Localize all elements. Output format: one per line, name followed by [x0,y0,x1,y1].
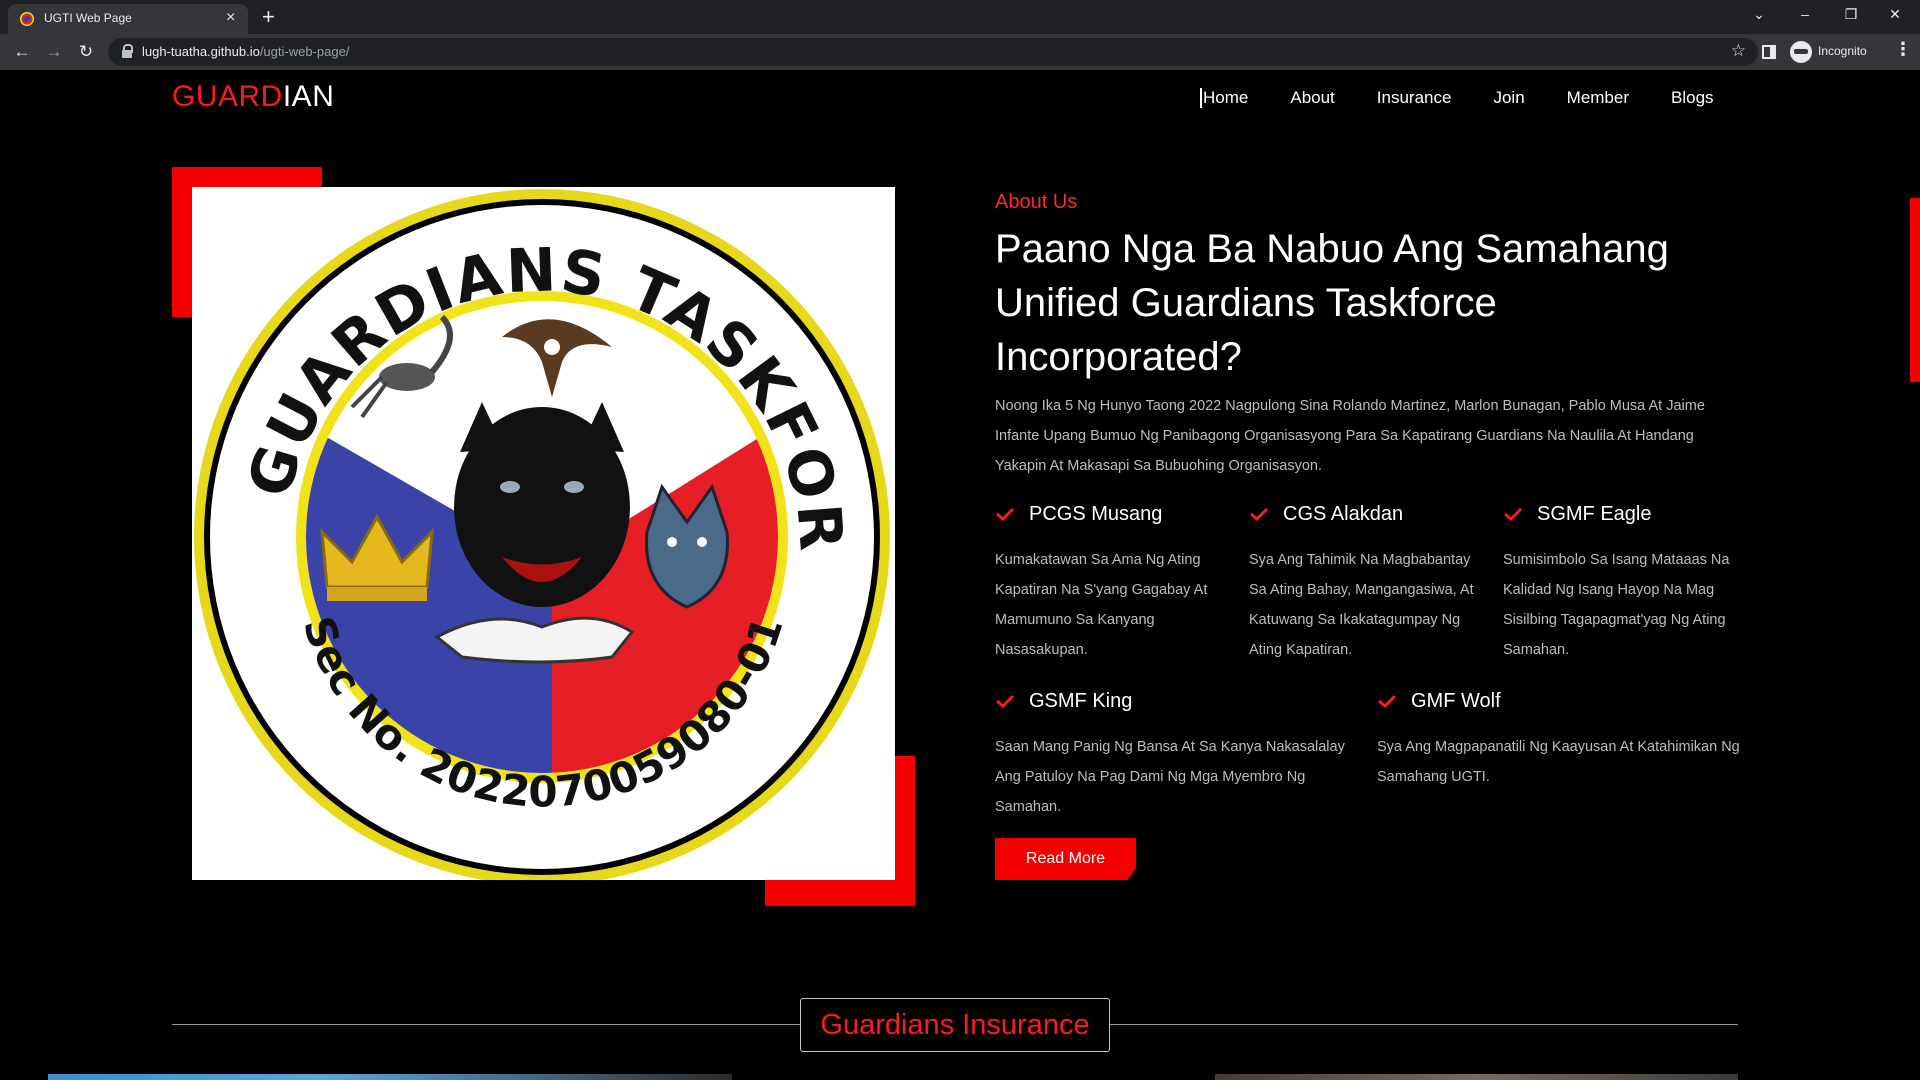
feature-text: Saan Mang Panig Ng Bansa At Sa Kanya Nak… [995,739,1345,815]
check-icon [996,507,1015,521]
brand-red-text: GUARD [172,80,283,113]
tab-title: UGTI Web Page [44,11,132,25]
site-logo[interactable]: GUARDIAN [172,80,334,114]
address-bar[interactable]: lugh-tuatha.github.io/ugti-web-page/ ☆ [108,38,1758,66]
handshake-icon [434,616,635,664]
feature-title: GSMF King [1029,690,1133,712]
plus-icon[interactable]: + [262,3,275,31]
browser-tab[interactable]: UGTI Web Page × [8,4,248,34]
window-close-icon[interactable]: ✕ [1880,4,1910,24]
check-icon [1250,507,1269,521]
profile-button[interactable]: Incognito [1790,41,1882,63]
section-title: Guardians Insurance [820,1009,1090,1041]
ugti-emblem-image: UNIFIED GUARDIANS TASKFORCE INC. Sec No.… [192,187,895,880]
nav-link-member[interactable]: Member [1567,88,1629,108]
url-path: /ugti-web-page/ [259,44,350,59]
about-kicker: About Us [995,191,1078,213]
side-panel-icon[interactable] [1762,45,1776,59]
feature-sgmf-eagle: SGMF Eagle Sumisimbolo Sa Isang Mataaas … [1503,503,1743,665]
browser-toolbar: ← → ↻ lugh-tuatha.github.io/ugti-web-pag… [0,34,1920,70]
feature-title: PCGS Musang [1029,503,1163,525]
restore-icon[interactable]: ❐ [1836,4,1866,24]
check-icon [1378,694,1397,708]
feature-title: CGS Alakdan [1283,503,1404,525]
nav-link-insurance[interactable]: Insurance [1377,88,1452,108]
minimize-icon[interactable]: – [1790,4,1820,24]
feature-pcgs-musang: PCGS Musang Kumakatawan Sa Ama Ng Ating … [995,503,1235,665]
feature-title: SGMF Eagle [1537,503,1652,525]
section-heading-box: Guardians Insurance [800,998,1110,1052]
site-favicon-icon [20,12,34,26]
nav-link-about[interactable]: About [1290,88,1334,108]
read-more-button[interactable]: Read More [995,838,1136,880]
brand-white-text: IAN [282,80,335,113]
red-side-accent [1910,198,1920,382]
feature-gmf-wolf: GMF Wolf Sya Ang Magpapanatili Ng Kaayus… [1377,690,1747,792]
kebab-icon[interactable]: ⋮ [1894,39,1912,60]
feature-gsmf-king: GSMF King Saan Mang Panig Ng Bansa At Sa… [995,690,1367,822]
reload-icon[interactable]: ↻ [74,40,98,64]
browser-tab-strip: UGTI Web Page × + ⌄ – ❐ ✕ [0,0,1920,34]
main-nav: Home About Insurance Join Member Blogs [1200,88,1714,108]
check-icon [996,694,1015,708]
feature-text: Sya Ang Tahimik Na Magbabantay Sa Ating … [1249,552,1474,658]
feature-text: Sya Ang Magpapanatili Ng Kaayusan At Kat… [1377,739,1740,785]
check-icon [1504,507,1523,521]
about-title: Paano Nga Ba Nabuo Ang Samahang Unified … [995,227,1669,379]
about-description: Noong Ika 5 Ng Hunyo Taong 2022 Nagpulon… [995,398,1705,474]
web-page: GUARDIAN Home About Insurance Join Membe… [0,70,1920,1080]
tab-search-chevron-icon[interactable]: ⌄ [1744,4,1774,24]
feature-title: GMF Wolf [1411,690,1501,712]
url-host: lugh-tuatha.github.io [142,44,260,59]
incognito-icon [1790,41,1812,63]
star-icon[interactable]: ☆ [1731,41,1746,61]
forward-arrow-icon[interactable]: → [42,40,66,64]
profile-label: Incognito [1818,44,1867,58]
feature-text: Sumisimbolo Sa Isang Mataaas Na Kalidad … [1503,552,1730,658]
feature-cgs-alakdan: CGS Alakdan Sya Ang Tahimik Na Magbabant… [1249,503,1489,665]
nav-link-join[interactable]: Join [1493,88,1524,108]
feature-text: Kumakatawan Sa Ama Ng Ating Kapatiran Na… [995,552,1208,658]
insurance-card-image-right [1215,1074,1738,1080]
panther-icon [454,402,630,607]
close-icon[interactable]: × [226,8,235,28]
insurance-card-image-left [48,1074,732,1080]
back-arrow-icon[interactable]: ← [10,40,34,64]
nav-link-blogs[interactable]: Blogs [1671,88,1714,108]
nav-link-home[interactable]: Home [1200,88,1248,108]
ugti-emblem-svg: UNIFIED GUARDIANS TASKFORCE INC. Sec No.… [192,187,890,880]
lock-icon[interactable] [122,44,133,58]
url-text[interactable]: lugh-tuatha.github.io/ugti-web-page/ [142,44,349,59]
